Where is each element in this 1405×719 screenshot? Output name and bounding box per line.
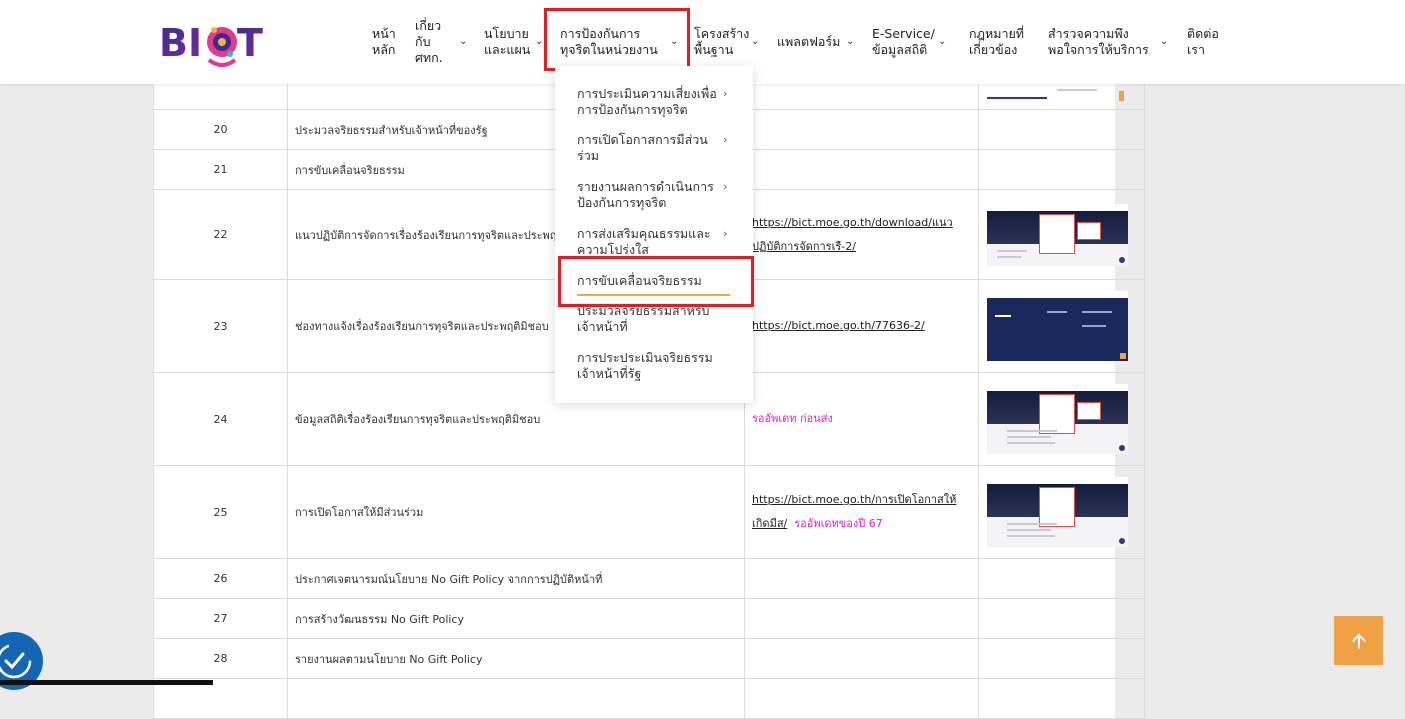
table-row: 27 การสร้างวัฒนธรรม No Gift Policy <box>153 598 1145 639</box>
nav-label: นโยบาย และแผน <box>484 26 531 57</box>
anti-corruption-dropdown: การประเมินความเสี่ยงเพื่อการป้องกันการทุ… <box>555 66 753 403</box>
nav-laws[interactable]: กฎหมายที่ เกี่ยวข้อง <box>969 0 1031 84</box>
dropdown-item-label: การเปิดโอกาสการมีส่วนร่วม <box>577 132 708 163</box>
chevron-down-icon: ⌄ <box>938 36 947 47</box>
row-number: 24 <box>153 372 288 466</box>
row-image-cell <box>978 109 1145 150</box>
row-image-cell <box>978 279 1145 373</box>
nav-eservice[interactable]: E-Service/ ข้อมูลสถิติ ⌄ <box>872 0 947 84</box>
row-link-cell <box>744 149 979 190</box>
row-number: 23 <box>153 279 288 373</box>
nav-label: เกี่ยว กับ ศทก. <box>415 18 443 65</box>
row-image-cell <box>978 465 1145 559</box>
table-row: 25 การเปิดโอกาสให้มีส่วนร่วม https://bic… <box>153 465 1145 559</box>
screenshot-thumbnail[interactable] <box>987 477 1128 547</box>
row-link-cell: รออัพเดท ก่อนส่ง <box>744 372 979 466</box>
nav-home[interactable]: หน้า หลัก <box>372 0 402 84</box>
nav-label: กฎหมายที่ เกี่ยวข้อง <box>969 26 1025 57</box>
chevron-down-icon: ⌄ <box>846 36 855 47</box>
nav-survey[interactable]: สำรวจความพึง พอใจการให้บริการ ⌄ <box>1048 0 1176 84</box>
arrow-up-icon <box>1351 633 1366 649</box>
row-link-cell <box>744 109 979 150</box>
table-row: 26 ประกาศเจตนารมณ์นโยบาย No Gift Policy … <box>153 558 1145 599</box>
nav-policy[interactable]: นโยบาย และแผน ⌄ <box>484 0 544 84</box>
nav-platform[interactable]: แพลตฟอร์ม ⌄ <box>777 0 859 84</box>
row-link-cell <box>744 558 979 599</box>
document-link[interactable]: https://bict.moe.go.th/download/แนวปฏิบั… <box>752 216 953 253</box>
back-to-top-button[interactable] <box>1334 616 1383 665</box>
chevron-down-icon: ⌄ <box>459 36 468 47</box>
document-link[interactable]: https://bict.moe.go.th/77636-2/ <box>752 319 925 332</box>
chevron-right-icon: › <box>723 87 728 100</box>
dropdown-item-label: การส่งเสริมคุณธรรมและความโปร่งใส <box>577 226 711 256</box>
row-title: การสร้างวัฒนธรรม No Gift Policy <box>287 598 745 639</box>
row-image-cell <box>978 638 1145 679</box>
nav-label: ติดต่อ เรา <box>1187 26 1219 57</box>
nav-contact[interactable]: ติดต่อ เรา <box>1187 0 1227 84</box>
dropdown-item-integrity[interactable]: การส่งเสริมคุณธรรมและความโปร่งใส <box>577 226 727 256</box>
status-note: รออัพเดทของปี 67 <box>794 517 883 530</box>
row-link-cell: https://bict.moe.go.th/download/แนวปฏิบั… <box>744 189 979 280</box>
row-title: ประกาศเจตนารมณ์นโยบาย No Gift Policy จาก… <box>287 558 745 599</box>
accessibility-icon <box>0 643 32 679</box>
row-image-cell <box>978 149 1145 190</box>
row-title: รายงานผลตามนโยบาย No Gift Policy <box>287 638 745 679</box>
nav-label: แพลตฟอร์ม <box>777 34 841 49</box>
row-image-cell <box>978 598 1145 639</box>
row-number: 26 <box>153 558 288 599</box>
screenshot-thumbnail[interactable] <box>987 203 1128 266</box>
active-nav-highlight <box>544 8 690 71</box>
dropdown-item-participation[interactable]: การเปิดโอกาสการมีส่วนร่วม <box>577 132 727 164</box>
chevron-down-icon: ⌄ <box>535 36 544 47</box>
row-number: 21 <box>153 149 288 190</box>
row-link-cell <box>744 638 979 679</box>
chevron-down-icon: ⌄ <box>1160 36 1169 47</box>
nav-about[interactable]: เกี่ยว กับ ศทก. ⌄ <box>415 0 468 84</box>
nav-label: โครงสร้าง พื้นฐาน <box>694 26 750 57</box>
svg-text:T: T <box>237 21 263 65</box>
svg-text:BI: BI <box>159 21 202 65</box>
dropdown-item-highlight <box>558 256 754 307</box>
dropdown-item-label: การประประเมินจริยธรรมเจ้าหน้าที่รัฐ <box>577 350 713 381</box>
row-image-cell <box>978 558 1145 599</box>
row-number: 28 <box>153 638 288 679</box>
dropdown-item-label: รายงานผลการดำเนินการป้องกันการทุจริต <box>577 179 714 210</box>
chevron-right-icon: › <box>723 180 728 193</box>
nav-label: หน้า หลัก <box>372 26 396 57</box>
row-title: การเปิดโอกาสให้มีส่วนร่วม <box>287 465 745 559</box>
site-logo[interactable]: BI T <box>159 16 267 68</box>
nav-label: E-Service/ ข้อมูลสถิติ <box>872 26 935 57</box>
screenshot-thumbnail[interactable] <box>987 384 1128 454</box>
dropdown-item-code-of-ethics[interactable]: ประมวลจริยธรรมสำหรับเจ้าหน้าที่ <box>577 303 727 335</box>
row-number: 27 <box>153 598 288 639</box>
status-bar-strip <box>0 680 213 685</box>
chevron-right-icon: › <box>723 133 728 146</box>
screenshot-thumbnail[interactable] <box>987 291 1128 361</box>
chevron-down-icon: ⌄ <box>751 36 760 47</box>
row-number: 22 <box>153 189 288 280</box>
row-image-cell <box>978 372 1145 466</box>
dropdown-item-label: การประเมินความเสี่ยงเพื่อการป้องกันการทุ… <box>577 86 717 117</box>
chevron-right-icon: › <box>723 227 728 240</box>
row-link-cell: https://bict.moe.go.th/การเปิดโอกาสให้เก… <box>744 465 979 559</box>
status-note: รออัพเดท ก่อนส่ง <box>752 412 833 425</box>
row-link-cell: https://bict.moe.go.th/77636-2/ <box>744 279 979 373</box>
row-link-cell <box>744 598 979 639</box>
dropdown-item-report[interactable]: รายงานผลการดำเนินการป้องกันการทุจริต <box>577 179 727 211</box>
dropdown-item-ethics-evaluation[interactable]: การประประเมินจริยธรรมเจ้าหน้าที่รัฐ <box>577 350 727 382</box>
row-number: 25 <box>153 465 288 559</box>
dropdown-item-label: ประมวลจริยธรรมสำหรับเจ้าหน้าที่ <box>577 303 710 334</box>
table-row: 28 รายงานผลตามนโยบาย No Gift Policy <box>153 638 1145 679</box>
row-image-cell <box>978 189 1145 280</box>
row-number: 20 <box>153 109 288 150</box>
dropdown-item-risk-assessment[interactable]: การประเมินความเสี่ยงเพื่อการป้องกันการทุ… <box>577 86 727 118</box>
logo-mark: BI T <box>159 21 263 67</box>
nav-label: สำรวจความพึง พอใจการให้บริการ <box>1048 26 1149 57</box>
